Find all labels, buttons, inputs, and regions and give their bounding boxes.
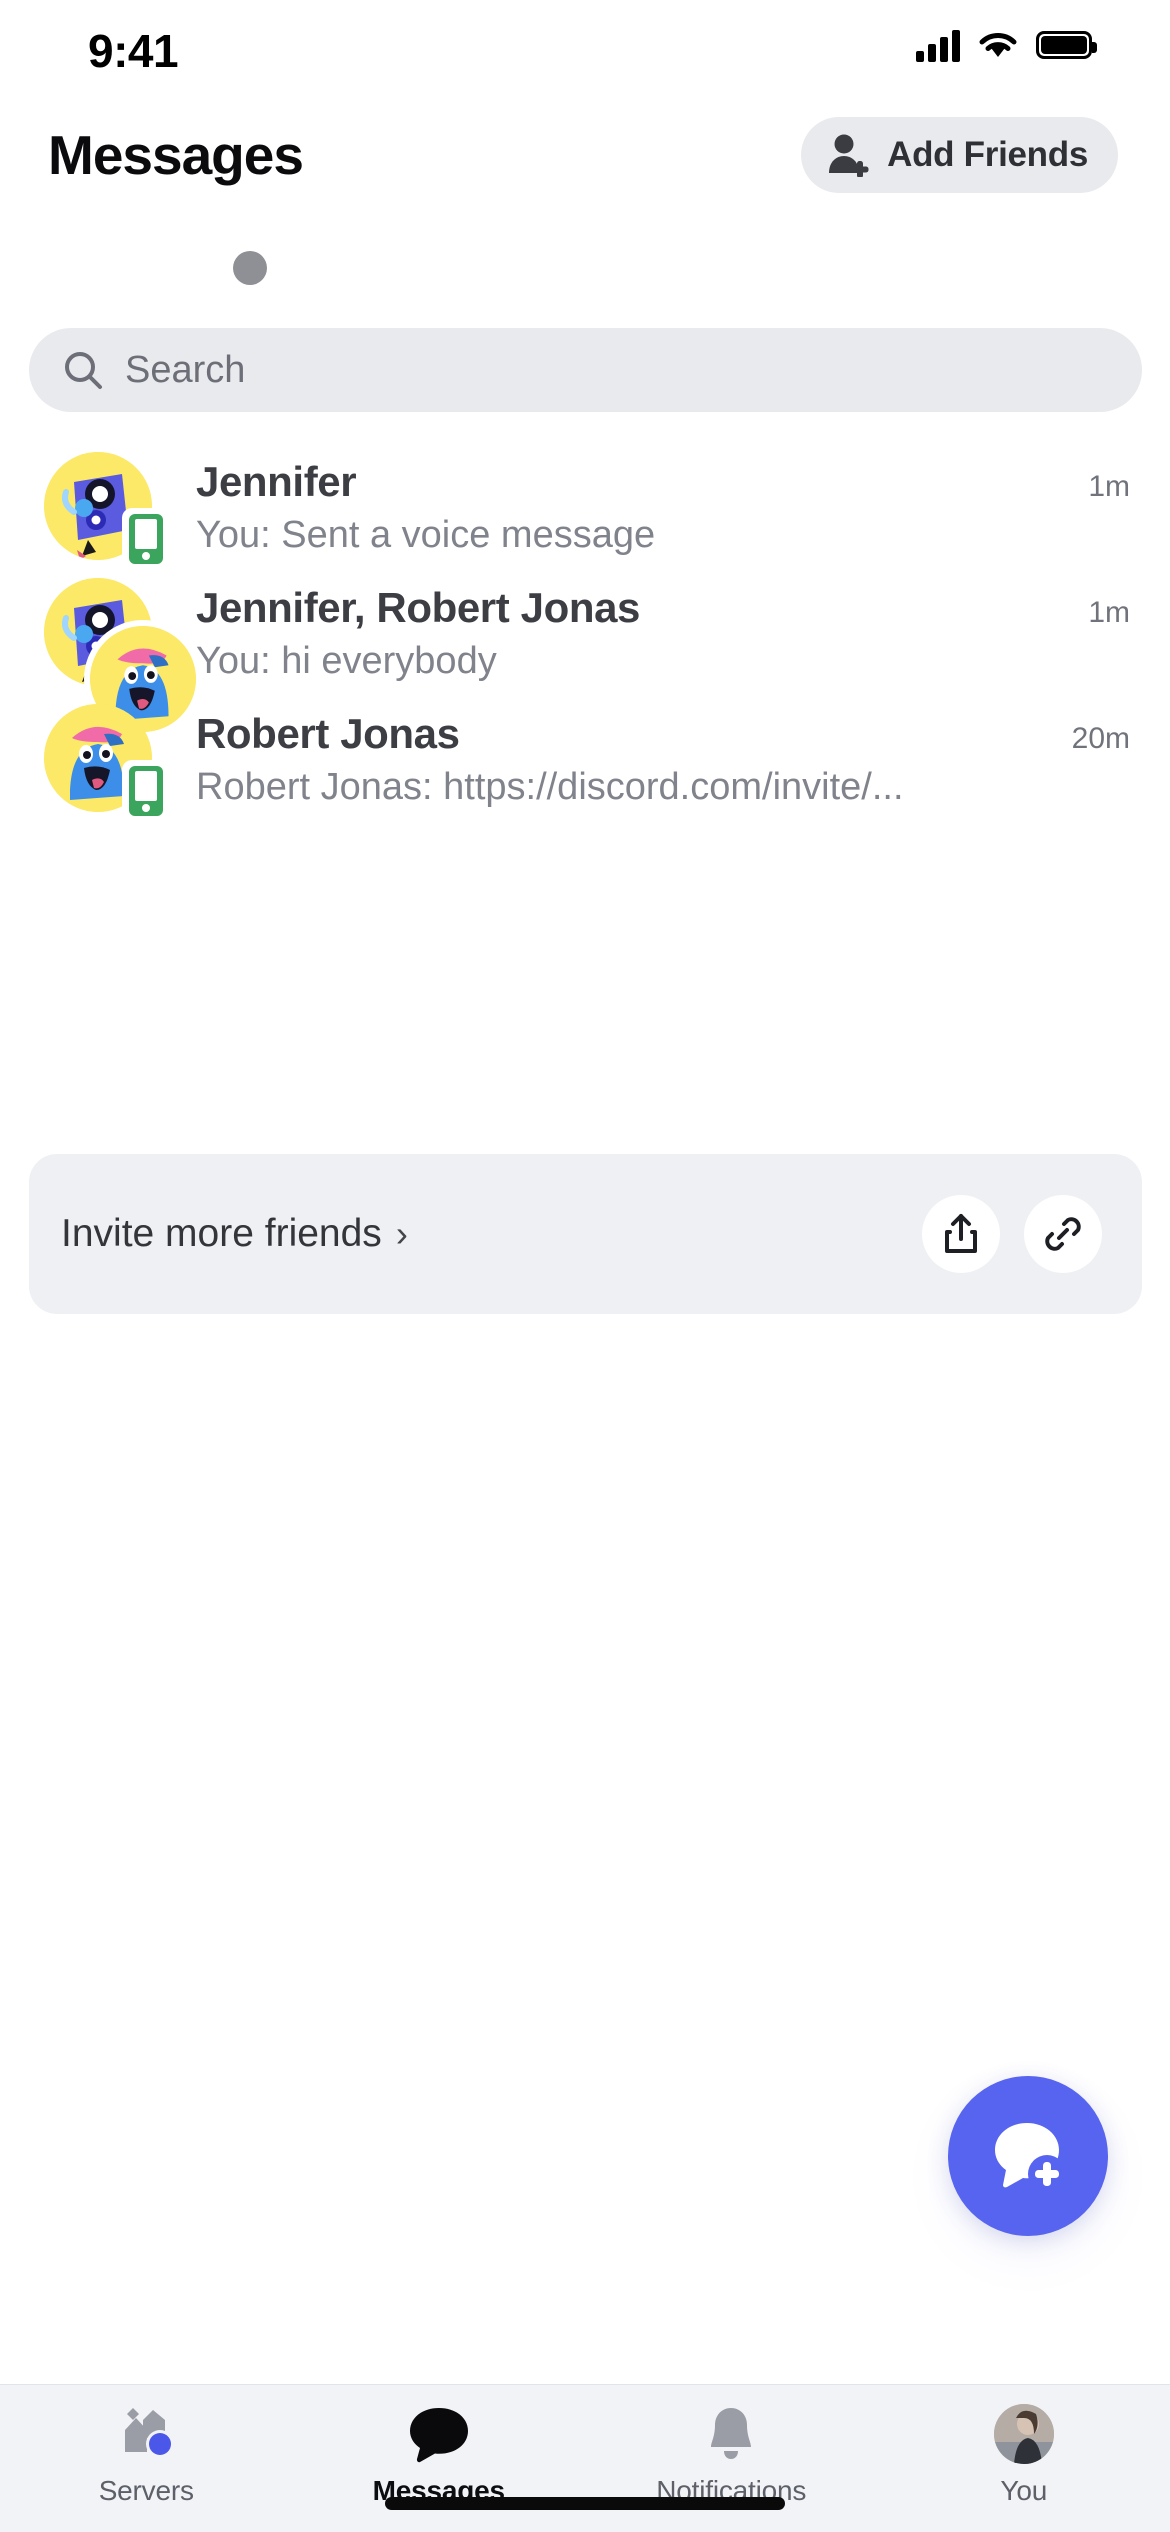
conversation-name: Jennifer, Robert Jonas — [196, 584, 640, 631]
conversation-list: Jennifer 1m You: Sent a voice message Je… — [0, 440, 1170, 822]
bell-icon — [702, 2403, 760, 2465]
search-bar[interactable]: Search — [29, 328, 1142, 412]
new-message-fab[interactable] — [948, 2076, 1108, 2236]
invite-more-friends-card[interactable]: Invite more friends › — [29, 1154, 1142, 1314]
tab-messages[interactable]: Messages — [293, 2403, 586, 2507]
mobile-status-icon — [122, 760, 170, 822]
avatar — [44, 452, 196, 570]
invite-actions — [922, 1195, 1102, 1273]
add-friends-button[interactable]: Add Friends — [801, 117, 1118, 193]
tab-you[interactable]: You — [878, 2403, 1170, 2507]
copy-link-button[interactable] — [1024, 1195, 1102, 1273]
tab-label: Servers — [98, 2475, 194, 2506]
conversation-name: Robert Jonas — [196, 710, 460, 757]
page-header: Messages Add Friends — [0, 105, 1170, 205]
conversation-timestamp: 20m — [1071, 722, 1130, 755]
tab-servers[interactable]: Servers — [0, 2403, 293, 2507]
mobile-status-icon — [122, 508, 170, 570]
search-icon — [65, 352, 102, 389]
conversation-row-robert-jonas[interactable]: Robert Jonas 20m Robert Jonas: https://d… — [0, 692, 1170, 822]
tab-label: You — [1000, 2475, 1048, 2506]
avatar — [44, 578, 202, 738]
chevron-right-icon: › — [395, 1213, 408, 1254]
add-friends-label: Add Friends — [887, 135, 1088, 174]
status-bar-time: 9:41 — [88, 25, 179, 77]
tab-notifications[interactable]: Notifications — [585, 2403, 878, 2507]
wifi-icon — [979, 33, 1017, 57]
status-bar: 9:41 — [0, 0, 1170, 110]
link-icon — [1045, 1217, 1081, 1251]
invite-label: Invite more friends — [61, 1212, 382, 1255]
conversation-body: Robert Jonas 20m Robert Jonas: https://d… — [196, 704, 1130, 809]
conversation-preview: You: hi everybody — [196, 640, 497, 682]
invite-label-group: Invite more friends › — [61, 1212, 408, 1256]
share-icon — [945, 1214, 977, 1253]
touch-pointer-indicator — [233, 251, 267, 285]
conversation-row-jennifer[interactable]: Jennifer 1m You: Sent a voice message — [0, 440, 1170, 570]
user-avatar-icon — [993, 2403, 1054, 2465]
home-indicator — [385, 2497, 785, 2510]
servers-icon — [113, 2403, 179, 2465]
conversation-timestamp: 1m — [1088, 470, 1130, 503]
conversation-name: Jennifer — [196, 458, 357, 505]
person-add-icon — [829, 134, 869, 177]
conversation-row-group[interactable]: Jennifer, Robert Jonas 1m You: hi everyb… — [0, 566, 1170, 738]
page-title: Messages — [48, 124, 304, 186]
conversation-timestamp: 1m — [1088, 596, 1130, 629]
conversation-preview: You: Sent a voice message — [196, 514, 656, 556]
conversation-body: Jennifer, Robert Jonas 1m You: hi everyb… — [196, 578, 1130, 683]
status-bar-indicators — [916, 28, 1097, 62]
avatar — [44, 704, 196, 822]
search-input[interactable]: Search — [125, 349, 245, 392]
cellular-signal-icon — [916, 28, 960, 62]
messages-bubble-icon — [407, 2403, 471, 2465]
conversation-preview: Robert Jonas: https://discord.com/invite… — [196, 766, 904, 808]
conversation-body: Jennifer 1m You: Sent a voice message — [196, 452, 1130, 557]
share-button[interactable] — [922, 1195, 1000, 1273]
app-screen: 9:41 Messages Add Friends Search Jennife… — [0, 0, 1170, 2532]
avatar — [993, 2404, 1054, 2464]
battery-icon — [1036, 31, 1097, 59]
new-message-icon — [995, 2123, 1066, 2193]
